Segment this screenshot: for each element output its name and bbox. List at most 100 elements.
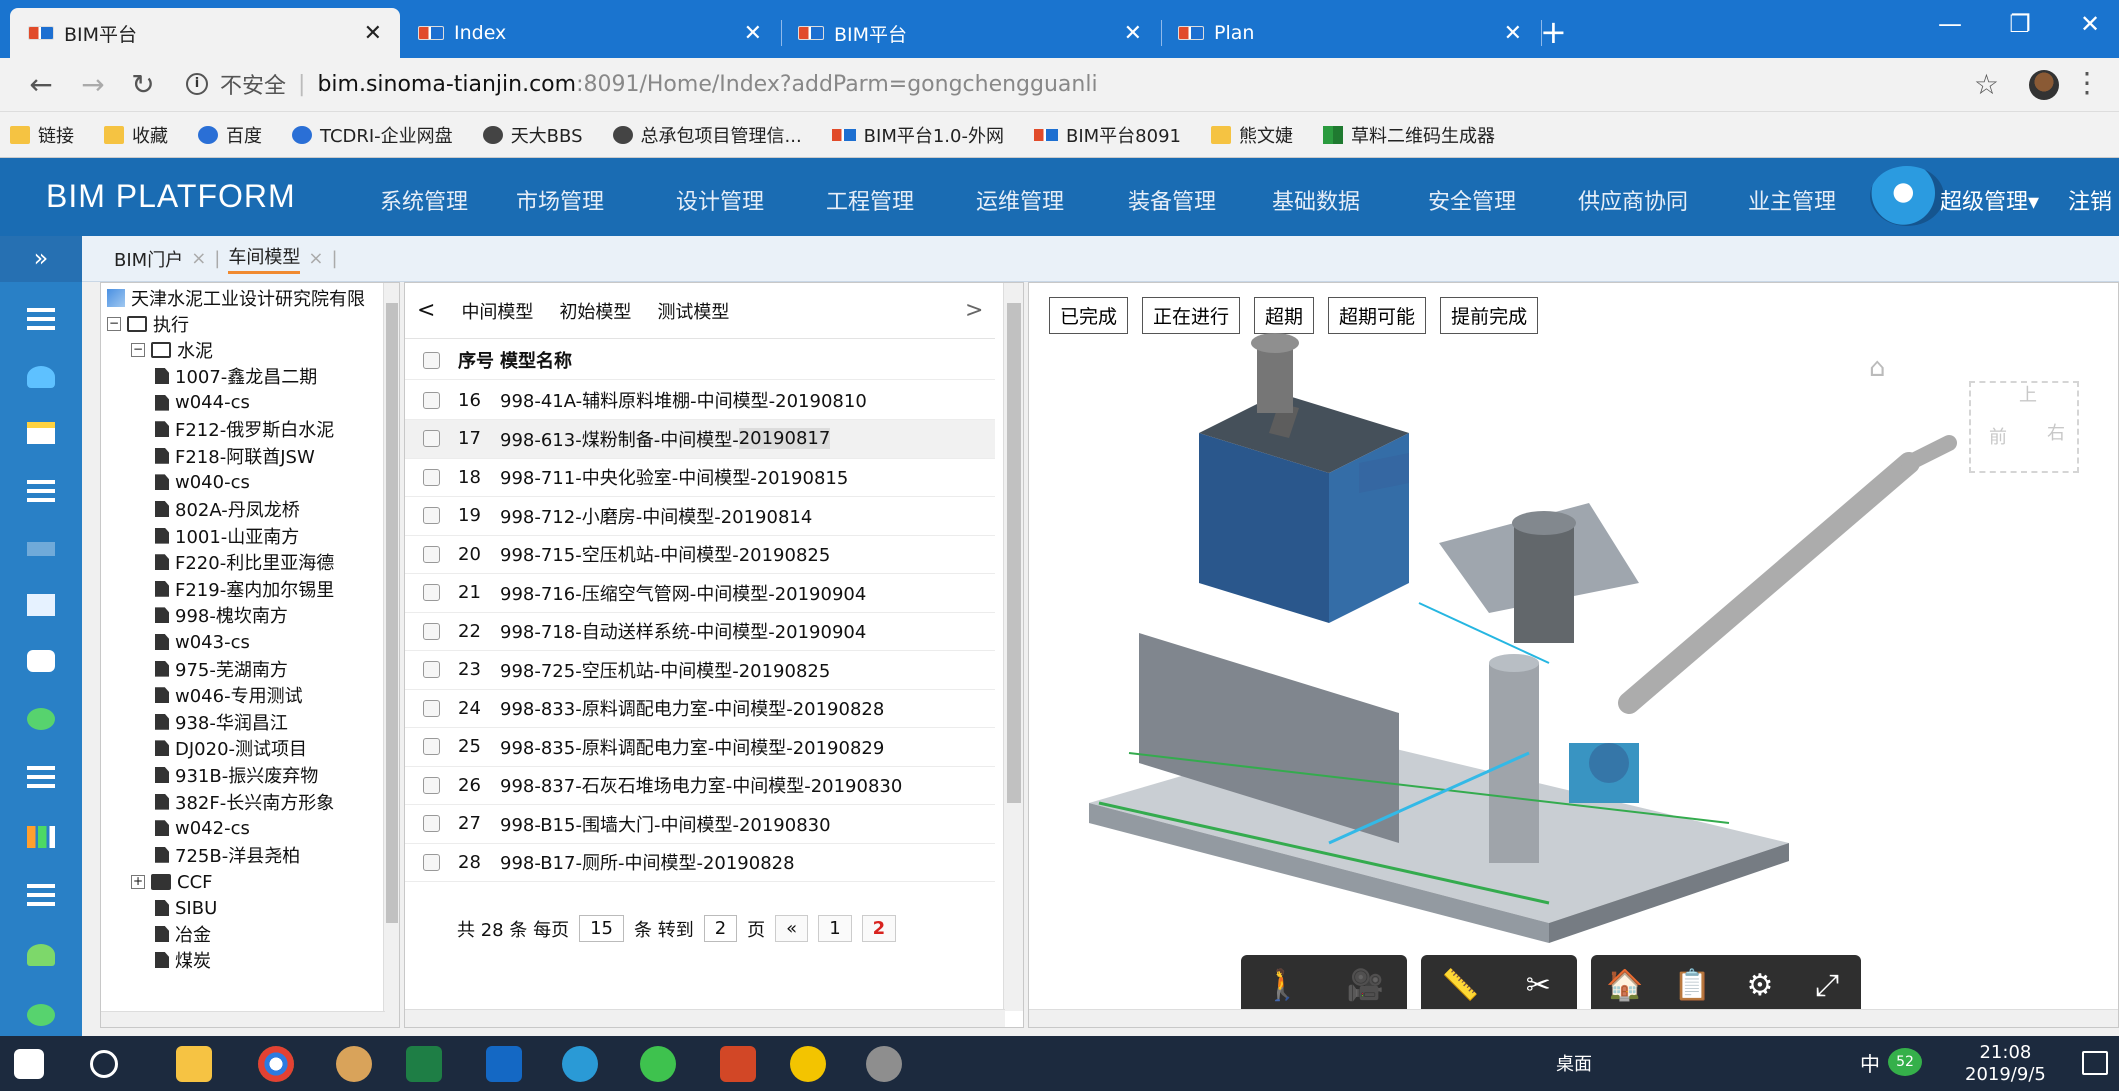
tree-node-cement[interactable]: − 水泥 [131,337,213,363]
tree-node-coal[interactable]: 煤炭 [155,947,211,973]
bookmark-item[interactable]: BIM平台1.0-外网 [831,122,1004,148]
file-explorer-icon[interactable] [176,1046,212,1082]
chrome-icon[interactable] [258,1046,294,1082]
row-model-name[interactable]: 998-B15-围墙大门-中间模型-20190830 [500,811,831,837]
tree-project-item[interactable]: w044-cs [155,390,250,416]
windows-start-icon[interactable] [14,1049,44,1079]
row-model-name[interactable]: 998-725-空压机站-中间模型-20190825 [500,657,830,683]
table-row[interactable]: 19 998-712-小磨房-中间模型-20190814 [405,497,995,536]
table-row[interactable]: 24 998-833-原料调配电力室-中间模型-20190828 [405,689,995,728]
row-model-name[interactable]: 998-B17-厕所-中间模型-20190828 [500,849,795,875]
row-model-name[interactable]: 998-835-原料调配电力室-中间模型-20190829 [500,734,884,760]
nav-safety[interactable]: 安全管理 [1428,184,1516,216]
system-clock[interactable]: 21:08 2019/9/5 [1965,1042,2046,1086]
table-row[interactable]: 27 998-B15-围墙大门-中间模型-20190830 [405,805,995,844]
select-all-checkbox[interactable] [423,351,440,369]
browser-tab-1[interactable]: BIM平台 ✕ [10,8,400,58]
tabs-prev-button[interactable]: < [417,298,435,323]
tree-horizontal-scrollbar[interactable] [101,1011,385,1027]
bird-app-icon[interactable] [866,1046,902,1082]
tree-project-item[interactable]: 1007-鑫龙昌二期 [155,363,317,389]
browser-tab-3[interactable]: BIM平台 ✕ [780,8,1162,58]
settings-gear-icon[interactable]: ⚙ [1729,968,1791,1003]
tree-node-sibu[interactable]: SIBU [155,895,217,921]
table-row[interactable]: 26 998-837-石灰石堆场电力室-中间模型-20190830 [405,766,995,805]
numbered-list-icon[interactable] [27,766,55,788]
tree-project-item[interactable]: 382F-长兴南方形象 [155,789,334,815]
url-field[interactable]: i 不安全 | bim.sinoma-tianjin.com:8091/Home… [186,68,1098,100]
desktop-label[interactable]: 桌面 [1556,1050,1592,1076]
tab-workshop-model[interactable]: 车间模型 [228,243,301,274]
row-model-name[interactable]: 998-613-煤粉制备-中间模型- [500,426,739,452]
model-browser-icon[interactable]: 🏠 [1594,968,1656,1003]
calendar-icon[interactable] [27,422,55,444]
bookmark-item[interactable]: 熊文婕 [1210,122,1293,148]
bookmark-item[interactable]: 天大BBS [482,122,583,148]
model-viewer[interactable]: 已完成 正在进行 超期 超期可能 提前完成 ⌂ 上 前 右 🚶 🎥 📏 ✂ 🏠 … [1028,282,2119,1028]
close-window-button[interactable]: ✕ [2070,10,2110,38]
row-checkbox[interactable] [423,507,440,524]
maximize-button[interactable]: ❐ [2000,10,2040,38]
tree-node-metallurgy[interactable]: 冶金 [155,921,211,947]
row-checkbox[interactable] [423,853,440,871]
bookmark-item[interactable]: 链接 [10,122,74,148]
excel-icon[interactable] [406,1046,442,1082]
nav-operations[interactable]: 运维管理 [976,184,1064,216]
tree-project-item[interactable]: 802A-丹凤龙桥 [155,496,300,522]
people-icon[interactable] [27,1004,55,1026]
tree-project-item[interactable]: 725B-洋县尧柏 [155,842,300,868]
table-row[interactable]: 17 998-613-煤粉制备-中间模型- 20190817 [405,419,995,459]
bookmark-item[interactable]: TCDRI-企业网盘 [292,122,453,148]
tab-bim-portal[interactable]: BIM门户 [114,246,183,272]
table-row[interactable]: 23 998-725-空压机站-中间模型-20190825 [405,651,995,690]
row-checkbox[interactable] [423,699,440,717]
minimize-button[interactable]: — [1930,10,1970,38]
bookmark-item[interactable]: 百度 [198,122,262,148]
row-checkbox[interactable] [423,430,440,447]
user-icon[interactable] [27,366,55,388]
tab-test-model[interactable]: 测试模型 [657,298,729,324]
close-icon[interactable]: × [191,248,206,269]
nav-engineering[interactable]: 工程管理 [826,184,914,216]
tree-node-ccf[interactable]: + CCF [131,869,213,895]
row-checkbox[interactable] [423,738,440,755]
expand-rail-button[interactable]: » [0,236,82,282]
back-arrow-icon[interactable]: ← [24,68,58,101]
logout-link[interactable]: 注销 [2068,184,2112,216]
powerpoint-icon[interactable] [720,1046,756,1082]
collapse-icon[interactable]: − [131,343,145,357]
browser-tab-4[interactable]: Plan ✕ [1160,8,1542,58]
tree-project-item[interactable]: 1001-山亚南方 [155,523,299,549]
section-tool-icon[interactable]: ✂ [1507,968,1569,1003]
page-size-input[interactable]: 15 [579,915,624,942]
row-checkbox[interactable] [423,545,440,563]
person-icon[interactable] [27,944,55,966]
row-checkbox[interactable] [423,815,440,832]
close-tab-icon[interactable]: ✕ [1504,21,1522,46]
list-icon[interactable] [27,884,55,906]
walk-tool-icon[interactable]: 🚶 [1252,968,1314,1003]
row-model-name[interactable]: 998-716-压缩空气管网-中间模型-20190904 [500,580,866,606]
list-scrollbar[interactable] [1003,283,1023,1011]
nav-owner[interactable]: 业主管理 [1748,184,1836,216]
nav-equipment[interactable]: 装备管理 [1128,184,1216,216]
bar-chart-icon[interactable] [27,826,55,848]
list-horizontal-scrollbar[interactable] [405,1009,1005,1027]
action-center-icon[interactable] [2082,1051,2108,1075]
document-icon[interactable] [27,594,55,616]
nav-system[interactable]: 系统管理 [380,184,468,216]
row-checkbox[interactable] [423,776,440,794]
first-page-button[interactable]: « [775,915,809,942]
goto-page-input[interactable]: 2 [703,915,738,942]
nav-basic-data[interactable]: 基础数据 [1272,184,1360,216]
table-row[interactable]: 20 998-715-空压机站-中间模型-20190825 [405,535,995,574]
row-model-name[interactable]: 998-711-中央化验室-中间模型-20190815 [500,464,848,490]
table-row[interactable]: 22 998-718-自动送样系统-中间模型-20190904 [405,612,995,651]
browser-menu-icon[interactable]: ⋮ [2073,66,2101,99]
tree-project-item[interactable]: DJ020-测试项目 [155,735,307,761]
reload-icon[interactable]: ↻ [126,68,160,101]
nav-supplier[interactable]: 供应商协同 [1578,184,1688,216]
close-tab-icon[interactable]: ✕ [1124,21,1142,46]
tree-node-exec[interactable]: − 执行 [107,311,189,337]
close-icon[interactable]: × [308,248,323,269]
